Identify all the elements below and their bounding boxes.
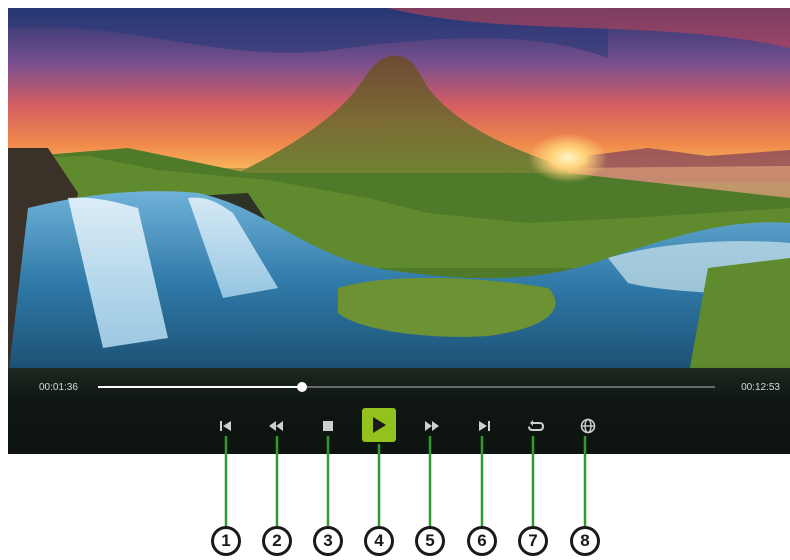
callout-5: 5 — [415, 526, 445, 556]
callout-6: 6 — [467, 526, 497, 556]
callout-4: 4 — [364, 526, 394, 556]
callout-7: 7 — [518, 526, 548, 556]
callout-lines — [224, 436, 587, 526]
callout-8: 8 — [570, 526, 600, 556]
callout-3: 3 — [313, 526, 343, 556]
callout-1: 1 — [211, 526, 241, 556]
callout-2: 2 — [262, 526, 292, 556]
